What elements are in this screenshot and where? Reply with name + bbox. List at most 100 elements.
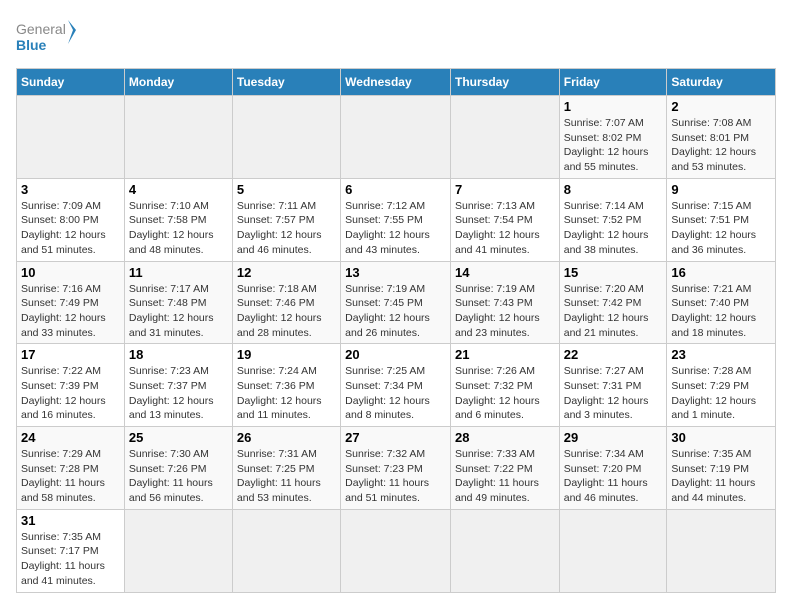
calendar-cell: 18 Sunrise: 7:23 AM Sunset: 7:37 PM Dayli…: [124, 344, 232, 427]
calendar-cell: 1 Sunrise: 7:07 AM Sunset: 8:02 PM Daylig…: [559, 96, 667, 179]
calendar-cell: 27Sunrise: 7:32 AM Sunset: 7:23 PM Dayli…: [341, 427, 451, 510]
day-info: Sunrise: 7:32 AM Sunset: 7:23 PM Dayligh…: [345, 447, 446, 506]
logo: General Blue: [16, 16, 76, 60]
day-number: 11: [129, 265, 228, 280]
weekday-header-tuesday: Tuesday: [232, 69, 340, 96]
calendar-header: SundayMondayTuesdayWednesdayThursdayFrid…: [17, 69, 776, 96]
calendar-cell: 26 Sunrise: 7:31 AM Sunset: 7:25 PM Dayli…: [232, 427, 340, 510]
calendar-cell: [450, 96, 559, 179]
calendar-cell: [124, 509, 232, 592]
calendar-cell: [559, 509, 667, 592]
day-number: 20: [345, 347, 446, 362]
day-number: 13: [345, 265, 446, 280]
day-number: 4: [129, 182, 228, 197]
calendar-cell: 10 Sunrise: 7:16 AM Sunset: 7:49 PM Dayli…: [17, 261, 125, 344]
calendar-cell: 20 Sunrise: 7:25 AM Sunset: 7:34 PM Dayli…: [341, 344, 451, 427]
calendar-cell: 7 Sunrise: 7:13 AM Sunset: 7:54 PM Daylig…: [450, 178, 559, 261]
day-number: 14: [455, 265, 555, 280]
day-info: Sunrise: 7:12 AM Sunset: 7:55 PM Dayligh…: [345, 199, 446, 258]
day-number: 17: [21, 347, 120, 362]
calendar-cell: 8 Sunrise: 7:14 AM Sunset: 7:52 PM Daylig…: [559, 178, 667, 261]
day-info: Sunrise: 7:25 AM Sunset: 7:34 PM Dayligh…: [345, 364, 446, 423]
day-info: Sunrise: 7:14 AM Sunset: 7:52 PM Dayligh…: [564, 199, 663, 258]
calendar-cell: [232, 96, 340, 179]
weekday-header-saturday: Saturday: [667, 69, 776, 96]
day-info: Sunrise: 7:28 AM Sunset: 7:29 PM Dayligh…: [671, 364, 771, 423]
day-number: 6: [345, 182, 446, 197]
svg-text:General: General: [16, 21, 66, 37]
day-info: Sunrise: 7:19 AM Sunset: 7:43 PM Dayligh…: [455, 282, 555, 341]
day-number: 8: [564, 182, 663, 197]
calendar-week-row: 17 Sunrise: 7:22 AM Sunset: 7:39 PM Dayli…: [17, 344, 776, 427]
day-info: Sunrise: 7:33 AM Sunset: 7:22 PM Dayligh…: [455, 447, 555, 506]
calendar-cell: 14 Sunrise: 7:19 AM Sunset: 7:43 PM Dayli…: [450, 261, 559, 344]
day-number: 12: [237, 265, 336, 280]
day-info: Sunrise: 7:13 AM Sunset: 7:54 PM Dayligh…: [455, 199, 555, 258]
day-number: 3: [21, 182, 120, 197]
calendar-cell: [124, 96, 232, 179]
day-info: Sunrise: 7:19 AM Sunset: 7:45 PM Dayligh…: [345, 282, 446, 341]
day-info: Sunrise: 7:09 AM Sunset: 8:00 PM Dayligh…: [21, 199, 120, 258]
calendar-cell: 25Sunrise: 7:30 AM Sunset: 7:26 PM Dayli…: [124, 427, 232, 510]
calendar-body: 1 Sunrise: 7:07 AM Sunset: 8:02 PM Daylig…: [17, 96, 776, 593]
calendar-cell: 6 Sunrise: 7:12 AM Sunset: 7:55 PM Daylig…: [341, 178, 451, 261]
calendar-week-row: 1 Sunrise: 7:07 AM Sunset: 8:02 PM Daylig…: [17, 96, 776, 179]
day-number: 24: [21, 430, 120, 445]
day-number: 10: [21, 265, 120, 280]
logo-svg: General Blue: [16, 16, 76, 60]
calendar-cell: 4 Sunrise: 7:10 AM Sunset: 7:58 PM Daylig…: [124, 178, 232, 261]
calendar-cell: [17, 96, 125, 179]
weekday-header-wednesday: Wednesday: [341, 69, 451, 96]
weekday-header-row: SundayMondayTuesdayWednesdayThursdayFrid…: [17, 69, 776, 96]
calendar-cell: 11Sunrise: 7:17 AM Sunset: 7:48 PM Dayli…: [124, 261, 232, 344]
calendar-cell: 12Sunrise: 7:18 AM Sunset: 7:46 PM Dayli…: [232, 261, 340, 344]
day-number: 30: [671, 430, 771, 445]
day-number: 21: [455, 347, 555, 362]
day-number: 19: [237, 347, 336, 362]
calendar-cell: [667, 509, 776, 592]
day-info: Sunrise: 7:23 AM Sunset: 7:37 PM Dayligh…: [129, 364, 228, 423]
calendar-cell: 28Sunrise: 7:33 AM Sunset: 7:22 PM Dayli…: [450, 427, 559, 510]
day-number: 23: [671, 347, 771, 362]
calendar-cell: 29 Sunrise: 7:34 AM Sunset: 7:20 PM Dayli…: [559, 427, 667, 510]
day-info: Sunrise: 7:31 AM Sunset: 7:25 PM Dayligh…: [237, 447, 336, 506]
day-info: Sunrise: 7:21 AM Sunset: 7:40 PM Dayligh…: [671, 282, 771, 341]
day-number: 7: [455, 182, 555, 197]
calendar-cell: [341, 509, 451, 592]
weekday-header-friday: Friday: [559, 69, 667, 96]
day-number: 15: [564, 265, 663, 280]
calendar-week-row: 31Sunrise: 7:35 AM Sunset: 7:17 PM Dayli…: [17, 509, 776, 592]
day-info: Sunrise: 7:16 AM Sunset: 7:49 PM Dayligh…: [21, 282, 120, 341]
day-number: 1: [564, 99, 663, 114]
calendar-cell: 15 Sunrise: 7:20 AM Sunset: 7:42 PM Dayli…: [559, 261, 667, 344]
calendar-cell: [232, 509, 340, 592]
day-info: Sunrise: 7:10 AM Sunset: 7:58 PM Dayligh…: [129, 199, 228, 258]
day-info: Sunrise: 7:15 AM Sunset: 7:51 PM Dayligh…: [671, 199, 771, 258]
day-info: Sunrise: 7:27 AM Sunset: 7:31 PM Dayligh…: [564, 364, 663, 423]
day-info: Sunrise: 7:34 AM Sunset: 7:20 PM Dayligh…: [564, 447, 663, 506]
day-info: Sunrise: 7:29 AM Sunset: 7:28 PM Dayligh…: [21, 447, 120, 506]
day-info: Sunrise: 7:22 AM Sunset: 7:39 PM Dayligh…: [21, 364, 120, 423]
calendar-cell: 17 Sunrise: 7:22 AM Sunset: 7:39 PM Dayli…: [17, 344, 125, 427]
calendar-week-row: 3 Sunrise: 7:09 AM Sunset: 8:00 PM Daylig…: [17, 178, 776, 261]
calendar-cell: 16Sunrise: 7:21 AM Sunset: 7:40 PM Dayli…: [667, 261, 776, 344]
svg-text:Blue: Blue: [16, 37, 47, 53]
day-number: 5: [237, 182, 336, 197]
day-info: Sunrise: 7:35 AM Sunset: 7:17 PM Dayligh…: [21, 530, 120, 589]
day-info: Sunrise: 7:08 AM Sunset: 8:01 PM Dayligh…: [671, 116, 771, 175]
day-info: Sunrise: 7:20 AM Sunset: 7:42 PM Dayligh…: [564, 282, 663, 341]
calendar-cell: 9 Sunrise: 7:15 AM Sunset: 7:51 PM Daylig…: [667, 178, 776, 261]
calendar-cell: 24 Sunrise: 7:29 AM Sunset: 7:28 PM Dayli…: [17, 427, 125, 510]
day-number: 29: [564, 430, 663, 445]
day-info: Sunrise: 7:24 AM Sunset: 7:36 PM Dayligh…: [237, 364, 336, 423]
calendar-table: SundayMondayTuesdayWednesdayThursdayFrid…: [16, 68, 776, 593]
day-info: Sunrise: 7:07 AM Sunset: 8:02 PM Dayligh…: [564, 116, 663, 175]
calendar-cell: 31Sunrise: 7:35 AM Sunset: 7:17 PM Dayli…: [17, 509, 125, 592]
calendar-cell: 3 Sunrise: 7:09 AM Sunset: 8:00 PM Daylig…: [17, 178, 125, 261]
day-number: 18: [129, 347, 228, 362]
calendar-cell: 21Sunrise: 7:26 AM Sunset: 7:32 PM Dayli…: [450, 344, 559, 427]
day-info: Sunrise: 7:30 AM Sunset: 7:26 PM Dayligh…: [129, 447, 228, 506]
day-number: 26: [237, 430, 336, 445]
day-number: 22: [564, 347, 663, 362]
day-number: 9: [671, 182, 771, 197]
